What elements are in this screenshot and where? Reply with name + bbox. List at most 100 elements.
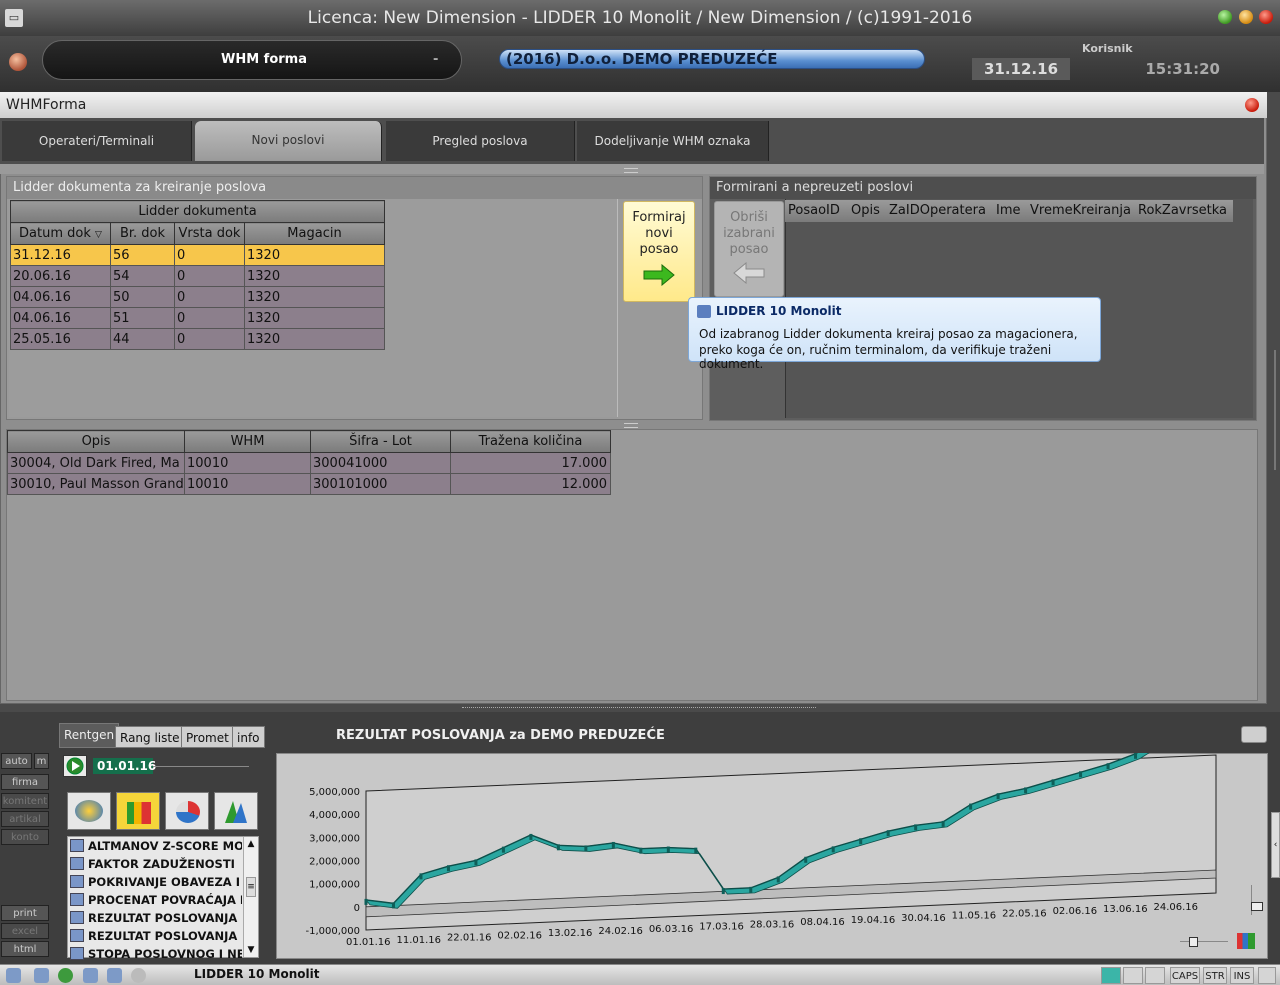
arrow-left-icon — [733, 261, 765, 285]
obrisi-izabrani-posao-button[interactable]: Obriši izabrani posao — [714, 201, 784, 297]
form-selector[interactable]: WHM forma - — [42, 40, 462, 80]
col-vremekreiranja[interactable]: VremeKreiranja — [1030, 200, 1131, 222]
app-icon — [697, 305, 711, 318]
horizontal-slider-thumb[interactable] — [1189, 937, 1198, 947]
resize-grip-icon[interactable] — [1258, 967, 1276, 984]
col-vrsta[interactable]: Vrsta dok — [174, 222, 245, 245]
firma-button[interactable]: firma — [1, 774, 49, 790]
x-tick-label: 22.01.16 — [447, 933, 492, 944]
person-icon[interactable] — [83, 968, 98, 983]
x-tick-label: 06.03.16 — [649, 924, 694, 935]
tab-novi-poslovi[interactable]: Novi poslovi — [195, 121, 382, 161]
list-item[interactable]: REZULTAT POSLOVANJA — [70, 909, 242, 927]
status-app-name: LIDDER 10 Monolit — [194, 967, 320, 981]
scroll-thumb[interactable]: ≡ — [246, 877, 256, 897]
splitter-middle[interactable] — [624, 423, 638, 428]
formiraj-novi-posao-button[interactable]: Formiraj novi posao — [623, 201, 695, 302]
data-point — [1134, 753, 1138, 759]
data-point — [914, 824, 918, 831]
list-item[interactable]: PROCENAT POVRAĆAJA I — [70, 891, 242, 909]
col-opis[interactable]: Opis — [7, 430, 185, 453]
title-bar: ▭ Licenca: New Dimension - LIDDER 10 Mon… — [0, 0, 1280, 36]
indicator-list: ALTMANOV Z-SCORE MO FAKTOR ZADUŽENOSTI P… — [67, 836, 259, 961]
table-row[interactable]: 31.12.16 56 0 1320 — [10, 244, 385, 266]
pie-chart-icon[interactable] — [165, 792, 209, 830]
list-item[interactable]: FAKTOR ZADUŽENOSTI — [70, 855, 242, 873]
col-trazena-kolicina[interactable]: Tražena količina — [450, 430, 611, 453]
col-rokzavrsetka[interactable]: RokZavrsetka — [1138, 200, 1227, 222]
tab-rentgen[interactable]: Rentgen — [59, 723, 120, 748]
camera-icon[interactable] — [1241, 726, 1267, 743]
app-menu-icon[interactable]: ▭ — [5, 9, 23, 27]
tooltip-title: LIDDER 10 Monolit — [716, 304, 842, 318]
tab-dodeljivanje[interactable]: Dodeljivanje WHM oznaka — [577, 121, 769, 161]
check-icon[interactable] — [107, 968, 122, 983]
col-magacin[interactable]: Magacin — [244, 222, 385, 245]
list-item[interactable]: ALTMANOV Z-SCORE MO — [70, 837, 242, 855]
caps-indicator: CAPS — [1170, 967, 1200, 984]
company-bar[interactable]: (2016) D.o.o. DEMO PREDUZEĆE — [499, 49, 925, 69]
data-point — [501, 846, 505, 853]
col-datum[interactable]: Datum dok ▽ — [10, 222, 111, 245]
globe-icon[interactable] — [58, 968, 73, 983]
tab-rang-liste[interactable]: Rang liste — [115, 726, 185, 748]
indicator2-icon — [1123, 967, 1143, 984]
indicator-icon — [70, 911, 84, 924]
horizontal-slider[interactable] — [1180, 941, 1228, 942]
bar-chart-icon[interactable] — [116, 792, 160, 830]
home-orb-icon[interactable] — [9, 53, 27, 71]
m-button[interactable]: m — [34, 753, 49, 769]
splitter-top[interactable] — [624, 168, 638, 173]
html-button[interactable]: html — [1, 941, 49, 957]
y-tick-label: 4,000,000 — [309, 810, 360, 821]
list-item[interactable]: POKRIVANJE OBAVEZA I — [70, 873, 242, 891]
col-br[interactable]: Br. dok — [110, 222, 175, 245]
col-whm[interactable]: WHM — [184, 430, 311, 453]
table-row[interactable]: 04.06.16 51 0 1320 — [10, 307, 385, 329]
data-point — [859, 838, 863, 845]
excel-button[interactable]: excel — [1, 923, 49, 939]
close-button[interactable] — [1259, 10, 1273, 24]
komitent-button[interactable]: komitent — [1, 793, 49, 809]
block-icon[interactable] — [131, 968, 146, 983]
scroll-up-icon[interactable]: ▲ — [244, 837, 258, 851]
x-tick-label: 22.05.16 — [1002, 908, 1047, 919]
scroll-down-icon[interactable]: ▼ — [244, 943, 258, 957]
table-row[interactable]: 20.06.16 54 0 1320 — [10, 265, 385, 287]
table-row[interactable]: 04.06.16 50 0 1320 — [10, 286, 385, 308]
table-row[interactable]: 25.05.16 44 0 1320 — [10, 328, 385, 350]
table-row[interactable]: 30010, Paul Masson Grand 10010 300101000 12… — [7, 473, 611, 495]
list-item[interactable]: REZULTAT POSLOVANJA — [70, 927, 242, 945]
konto-button[interactable]: konto — [1, 829, 49, 845]
start-date[interactable]: 01.01.16 — [93, 758, 156, 774]
tab-info[interactable]: info — [232, 726, 265, 748]
tab-pregled-poslova[interactable]: Pregled poslova — [386, 121, 575, 161]
vertical-slider-thumb[interactable] — [1251, 902, 1263, 911]
play-icon[interactable] — [63, 755, 87, 777]
x-tick-label: 17.03.16 — [699, 922, 744, 933]
col-ime[interactable]: Ime — [996, 200, 1021, 222]
list-item[interactable]: STOPA POSLOVNOG I NE — [70, 945, 242, 963]
minimize-button[interactable] — [1218, 10, 1232, 24]
artikal-button[interactable]: artikal — [1, 811, 49, 827]
bar-chart-mini-icon[interactable] — [1237, 933, 1255, 949]
area-chart-icon[interactable] — [214, 792, 258, 830]
side-collapse-handle[interactable]: ‹ — [1271, 812, 1280, 878]
col-sifra-lot[interactable]: Šifra - Lot — [310, 430, 451, 453]
auto-button[interactable]: auto — [1, 753, 32, 769]
list-scrollbar[interactable]: ▲ ≡ ▼ — [243, 837, 258, 957]
table-row[interactable]: 30004, Old Dark Fired, Ma 10010 300041000 1… — [7, 452, 611, 474]
tab-promet[interactable]: Promet — [181, 726, 234, 748]
window-icon[interactable] — [34, 968, 49, 983]
col-posaoid[interactable]: PosaoID — [788, 200, 840, 222]
data-point — [804, 856, 808, 863]
tab-operateri[interactable]: Operateri/Terminali — [2, 121, 192, 161]
dashboard-splitter[interactable] — [462, 707, 816, 710]
user-icon[interactable] — [6, 968, 21, 983]
gauge-chart-icon[interactable] — [67, 792, 111, 830]
col-opis[interactable]: Opis — [851, 200, 880, 222]
print-button[interactable]: print — [1, 905, 49, 921]
col-zaidoperatera[interactable]: ZaIDOperatera — [889, 200, 986, 222]
maximize-button[interactable] — [1239, 10, 1253, 24]
form-close-icon[interactable] — [1245, 98, 1259, 112]
